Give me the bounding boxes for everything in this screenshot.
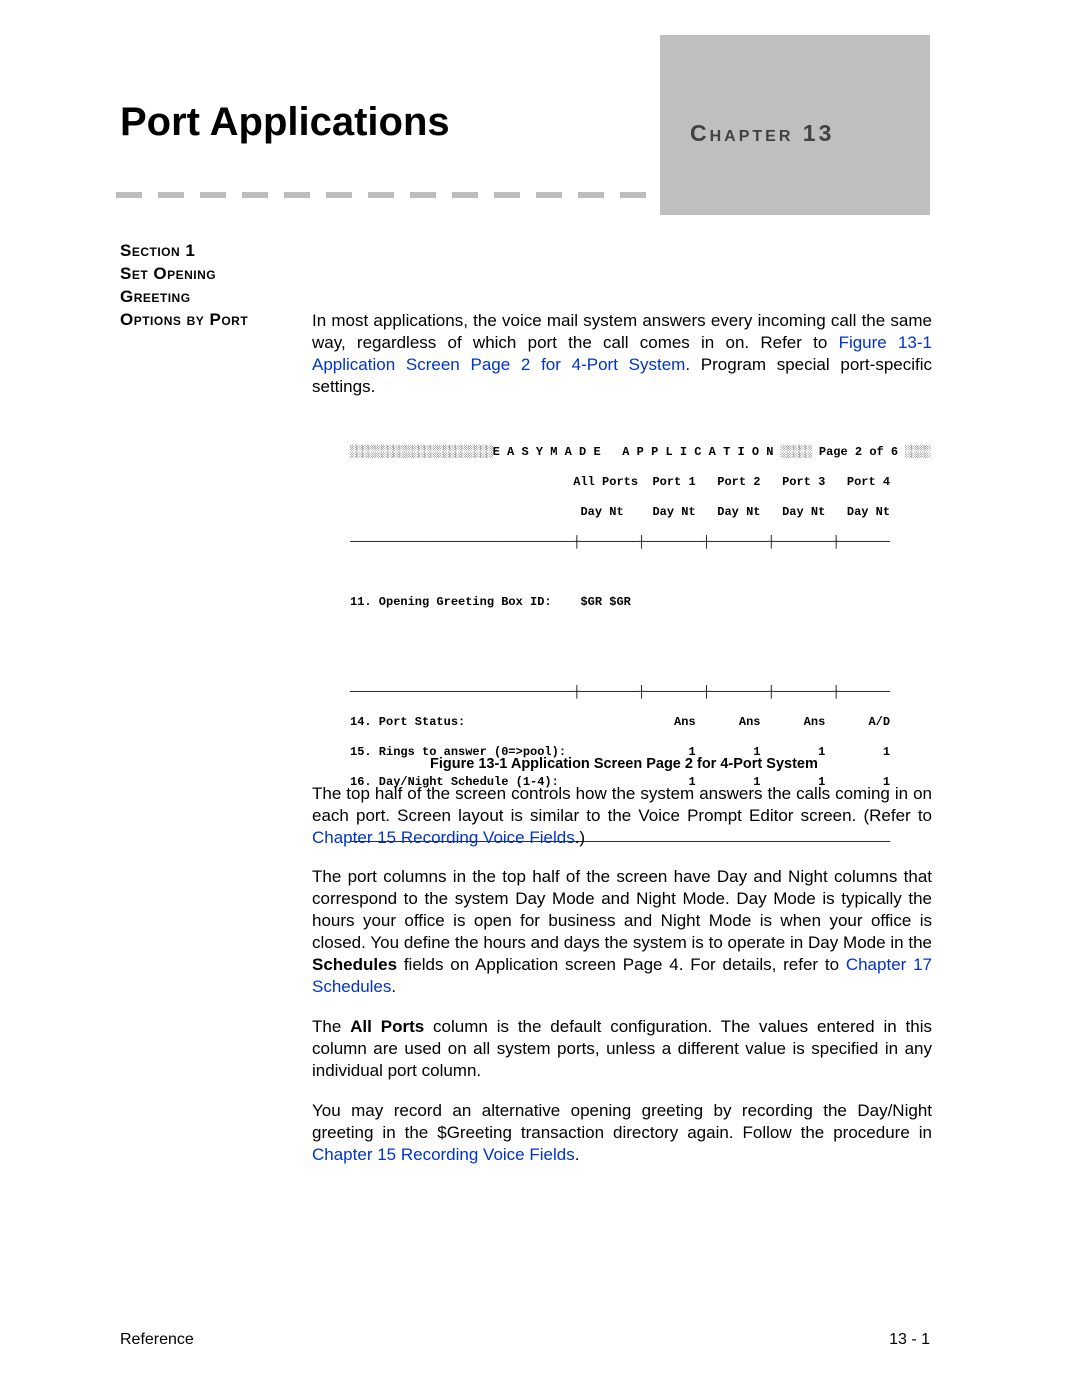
paragraph-4: The All Ports column is the default conf… xyxy=(312,1016,932,1082)
title-hatch-left: ░░░░░░░░░░░░░░░░░░░░░░░ xyxy=(350,445,493,459)
ascii-title-text: E A S Y M A D E A P P L I C A T I O N xyxy=(493,445,781,459)
p4-lead: The xyxy=(312,1017,350,1036)
section-heading: Section 1 Set Opening Greeting Options b… xyxy=(120,240,290,332)
paragraph-2: The top half of the screen controls how … xyxy=(312,783,932,849)
ascii-header-1: All Ports Port 1 Port 2 Port 3 Port 4 xyxy=(350,475,910,490)
section-line-2: Set Opening xyxy=(120,263,290,286)
figure-caption: Figure 13-1 Application Screen Page 2 fo… xyxy=(430,756,818,772)
paragraph-3: The port columns in the top half of the … xyxy=(312,866,932,999)
dashed-rule xyxy=(116,192,650,198)
p4-bold-all-ports: All Ports xyxy=(350,1017,424,1036)
ascii-row-11: 11. Opening Greeting Box ID: $GR $GR xyxy=(350,595,910,610)
p3-bold-schedules: Schedules xyxy=(312,955,397,974)
p3-lead: The port columns in the top half of the … xyxy=(312,867,932,952)
paragraph-1: In most applications, the voice mail sys… xyxy=(312,310,932,398)
chapter-15-link-1[interactable]: Chapter 15 Recording Voice Fields xyxy=(312,828,575,847)
paragraph-5: You may record an alternative opening gr… xyxy=(312,1100,932,1166)
ascii-blank-2 xyxy=(350,625,910,640)
ascii-sep-mid: ───────────────────────────────┼────────… xyxy=(350,685,910,700)
footer-left: Reference xyxy=(120,1331,194,1349)
page: Chapter 13 Port Applications Section 1 S… xyxy=(0,0,1080,1397)
chapter-15-link-2[interactable]: Chapter 15 Recording Voice Fields xyxy=(312,1145,575,1164)
p2-lead: The top half of the screen controls how … xyxy=(312,784,932,825)
ascii-sep-top: ───────────────────────────────┼────────… xyxy=(350,535,910,550)
title-hatch-mid: ░░░░░ xyxy=(781,445,812,459)
ascii-blank-1 xyxy=(350,565,910,580)
section-line-3: Greeting xyxy=(120,286,290,309)
p2-tail: .) xyxy=(575,828,585,847)
p3-mid: fields on Application screen Page 4. For… xyxy=(397,955,846,974)
p5-lead: You may record an alternative opening gr… xyxy=(312,1101,932,1142)
page-title: Port Applications xyxy=(120,100,450,145)
ascii-header-2: Day Nt Day Nt Day Nt Day Nt Day Nt xyxy=(350,505,910,520)
section-line-4: Options by Port xyxy=(120,309,290,332)
p5-tail: . xyxy=(575,1145,580,1164)
title-hatch-right: ░░░░ xyxy=(905,445,930,459)
ascii-blank-3 xyxy=(350,655,910,670)
chapter-label: Chapter 13 xyxy=(690,120,834,147)
ascii-row-14: 14. Port Status: Ans Ans Ans A/D xyxy=(350,715,910,730)
section-line-1: Section 1 xyxy=(120,240,290,263)
ascii-title-page: Page 2 of 6 xyxy=(812,445,906,459)
footer-right: 13 - 1 xyxy=(889,1331,930,1349)
p3-tail: . xyxy=(391,977,396,996)
